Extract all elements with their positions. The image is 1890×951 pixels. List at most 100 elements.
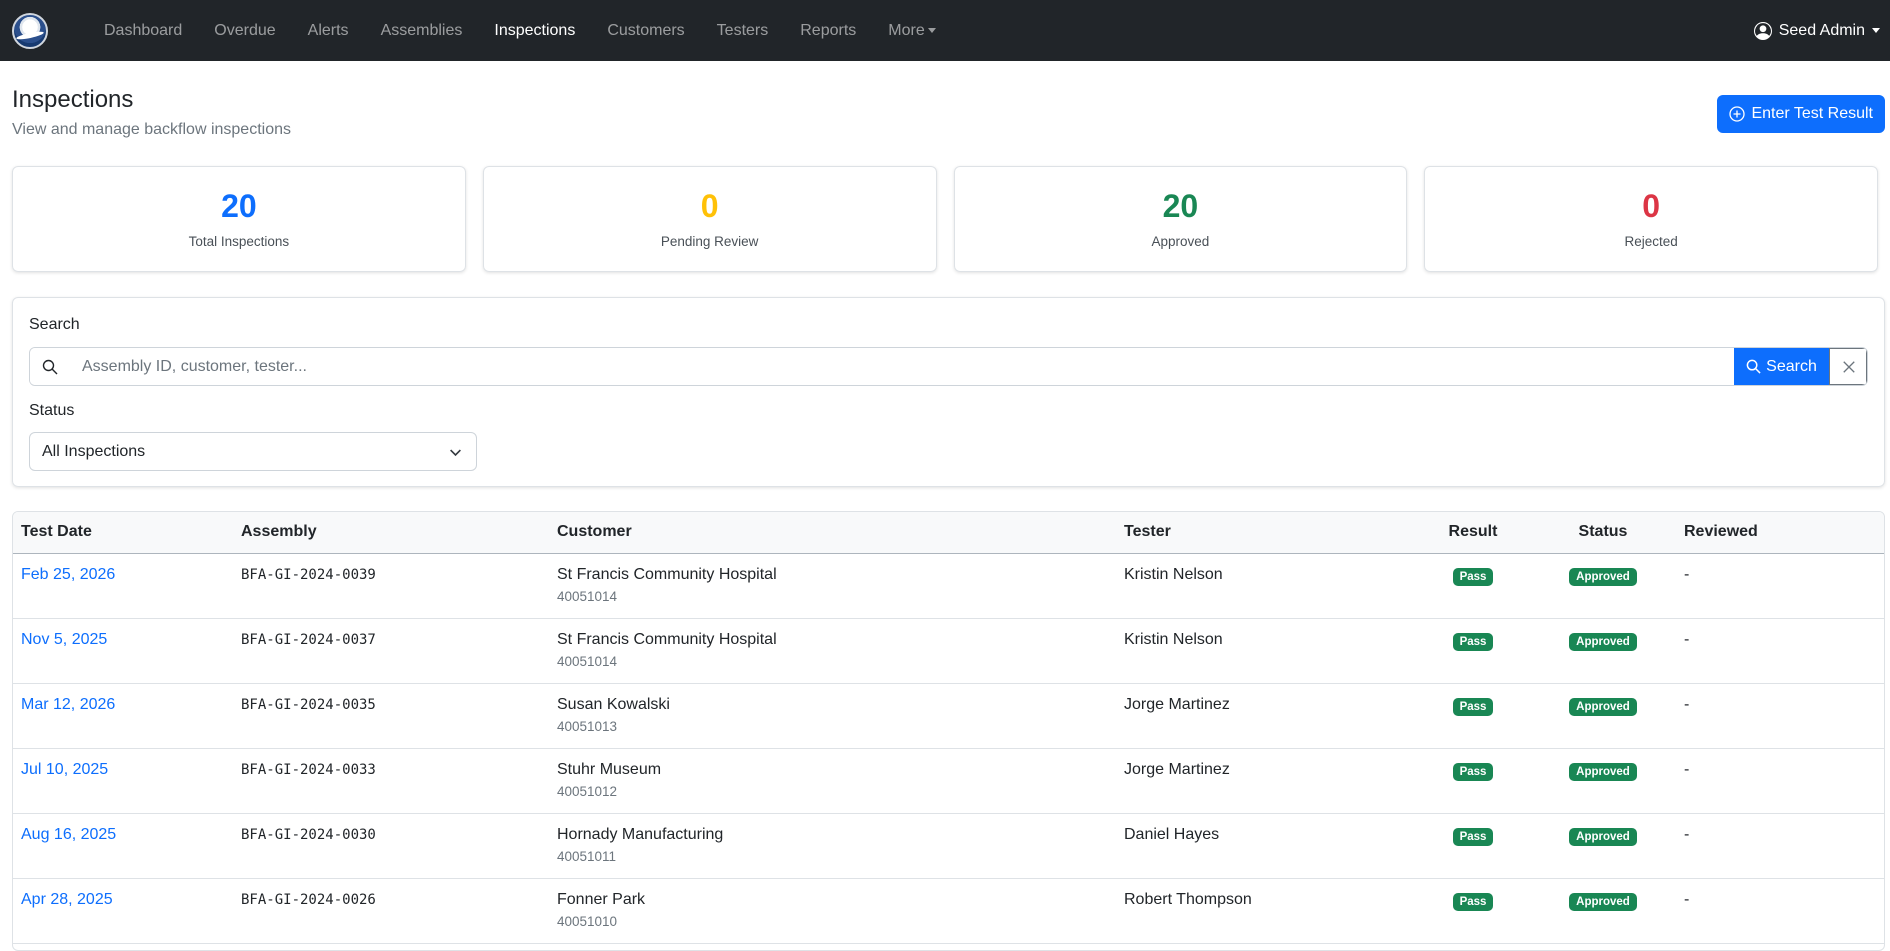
stat-value: 0 — [1642, 187, 1661, 224]
col-header-tester[interactable]: Tester — [1116, 512, 1416, 554]
reviewed-value: - — [1684, 825, 1690, 843]
assembly-id: BFA-GI-2024-0026 — [241, 891, 376, 908]
customer-number: 40051014 — [557, 653, 618, 669]
status-badge: Approved — [1569, 567, 1637, 586]
status-badge: Approved — [1569, 697, 1637, 716]
nav-links: Dashboard Overdue Alerts Assemblies Insp… — [88, 22, 952, 40]
search-input[interactable] — [70, 348, 1734, 385]
page-title: Inspections — [12, 86, 134, 113]
reviewed-value: - — [1684, 760, 1690, 778]
customer-name: Hornady Manufacturing — [557, 825, 724, 843]
customer-number: 40051012 — [557, 783, 618, 799]
customer-name: St Francis Community Hospital — [557, 630, 777, 648]
page-subtitle: View and manage backflow inspections — [12, 121, 291, 138]
assembly-id: BFA-GI-2024-0037 — [241, 631, 376, 648]
test-date-link[interactable]: Feb 25, 2026 — [21, 566, 115, 583]
nav-more-label: More — [888, 21, 925, 39]
col-header-status[interactable]: Status — [1530, 512, 1676, 554]
nav-reports[interactable]: Reports — [784, 22, 872, 40]
customer-name: Fonner Park — [557, 890, 646, 908]
user-circle-icon — [1753, 21, 1772, 40]
assembly-id: BFA-GI-2024-0030 — [241, 826, 376, 843]
status-badge: Approved — [1569, 762, 1637, 781]
stat-label: Rejected — [1624, 234, 1678, 250]
assembly-id: BFA-GI-2024-0039 — [241, 566, 376, 583]
nav-overdue[interactable]: Overdue — [198, 22, 291, 40]
enter-test-result-button[interactable]: Enter Test Result — [1717, 95, 1885, 133]
test-date-link[interactable]: Jul 10, 2025 — [21, 761, 108, 778]
col-header-test-date[interactable]: Test Date — [13, 512, 233, 554]
table-header-row: Test Date Assembly Customer Tester Resul… — [13, 512, 1884, 554]
status-badge: Approved — [1569, 892, 1637, 911]
status-select[interactable]: All Inspections — [29, 432, 477, 471]
test-date-link[interactable]: Nov 5, 2025 — [21, 631, 107, 648]
col-header-assembly[interactable]: Assembly — [233, 512, 549, 554]
tester-name: Daniel Hayes — [1124, 825, 1220, 843]
stat-label: Approved — [1151, 234, 1210, 250]
nav-alerts[interactable]: Alerts — [292, 22, 365, 40]
nav-more-dropdown[interactable]: More — [872, 22, 951, 40]
nav-dashboard[interactable]: Dashboard — [88, 22, 198, 40]
stat-card-rejected: 0 Rejected — [1424, 166, 1878, 272]
table-row[interactable]: Aug 16, 2025 BFA-GI-2024-0030 Hornady Ma… — [13, 813, 1884, 878]
test-date-link[interactable]: Aug 16, 2025 — [21, 826, 116, 843]
col-header-reviewed[interactable]: Reviewed — [1676, 512, 1884, 554]
status-label: Status — [29, 402, 75, 419]
col-header-result[interactable]: Result — [1416, 512, 1530, 554]
stat-label: Pending Review — [660, 234, 759, 250]
stat-card-total: 20 Total Inspections — [12, 166, 466, 272]
close-icon — [1842, 360, 1855, 373]
plus-circle-icon — [1729, 106, 1746, 122]
customer-number: 40051010 — [557, 913, 618, 929]
customer-number: 40051013 — [557, 718, 618, 734]
tester-name: Kristin Nelson — [1124, 565, 1223, 583]
col-header-customer[interactable]: Customer — [549, 512, 1116, 554]
assembly-id: BFA-GI-2024-0033 — [241, 761, 376, 778]
table-row[interactable]: Feb 25, 2026 BFA-GI-2024-0039 St Francis… — [13, 553, 1884, 618]
customer-number: 40051014 — [557, 588, 618, 604]
search-label: Search — [29, 316, 80, 333]
customer-name: Stuhr Museum — [557, 760, 662, 778]
app-logo[interactable] — [12, 12, 48, 49]
top-navbar: Dashboard Overdue Alerts Assemblies Insp… — [0, 0, 1890, 61]
caret-down-icon — [927, 27, 936, 33]
user-name: Seed Admin — [1778, 21, 1865, 39]
result-badge: Pass — [1452, 567, 1494, 586]
clear-search-button[interactable] — [1829, 348, 1867, 385]
nav-customers[interactable]: Customers — [591, 22, 700, 40]
stats-row: 20 Total Inspections 0 Pending Review 20… — [0, 166, 1890, 272]
test-date-link[interactable]: Apr 28, 2025 — [21, 891, 113, 908]
chevron-down-icon — [450, 449, 461, 457]
search-icon — [1746, 359, 1761, 374]
customer-number: 40051011 — [557, 848, 617, 864]
search-button[interactable]: Search — [1734, 348, 1829, 385]
customer-name: St Francis Community Hospital — [557, 565, 777, 583]
nav-inspections[interactable]: Inspections — [478, 22, 591, 40]
tester-name: Kristin Nelson — [1124, 630, 1223, 648]
nav-testers[interactable]: Testers — [701, 22, 785, 40]
search-icon — [30, 348, 70, 385]
status-select-value: All Inspections — [42, 442, 146, 460]
stat-value: 20 — [1162, 187, 1199, 224]
tester-name: Jorge Martinez — [1124, 760, 1230, 778]
search-button-label: Search — [1766, 357, 1817, 375]
status-badge: Approved — [1569, 632, 1637, 651]
filter-panel: Search Search Status All Inspections — [12, 297, 1885, 487]
user-menu[interactable]: Seed Admin — [1753, 0, 1880, 61]
enter-test-result-label: Enter Test Result — [1751, 105, 1873, 122]
table-row[interactable]: Apr 28, 2025 BFA-GI-2024-0026 Fonner Par… — [13, 878, 1884, 943]
nav-assemblies[interactable]: Assemblies — [365, 22, 479, 40]
test-date-link[interactable]: Mar 12, 2026 — [21, 696, 115, 713]
table-row[interactable]: Jul 10, 2025 BFA-GI-2024-0033 Stuhr Muse… — [13, 748, 1884, 813]
status-badge: Approved — [1569, 827, 1637, 846]
assembly-id: BFA-GI-2024-0035 — [241, 696, 376, 713]
search-group: Search — [29, 347, 1868, 386]
result-badge: Pass — [1452, 762, 1494, 781]
stat-card-pending: 0 Pending Review — [482, 166, 937, 272]
result-badge: Pass — [1452, 827, 1494, 846]
table-row[interactable]: Mar 12, 2026 BFA-GI-2024-0035 Susan Kowa… — [13, 683, 1884, 748]
reviewed-value: - — [1684, 695, 1690, 713]
reviewed-value: - — [1684, 890, 1690, 908]
table-row[interactable]: Nov 5, 2025 BFA-GI-2024-0037 St Francis … — [13, 618, 1884, 683]
stat-value: 0 — [700, 187, 719, 224]
